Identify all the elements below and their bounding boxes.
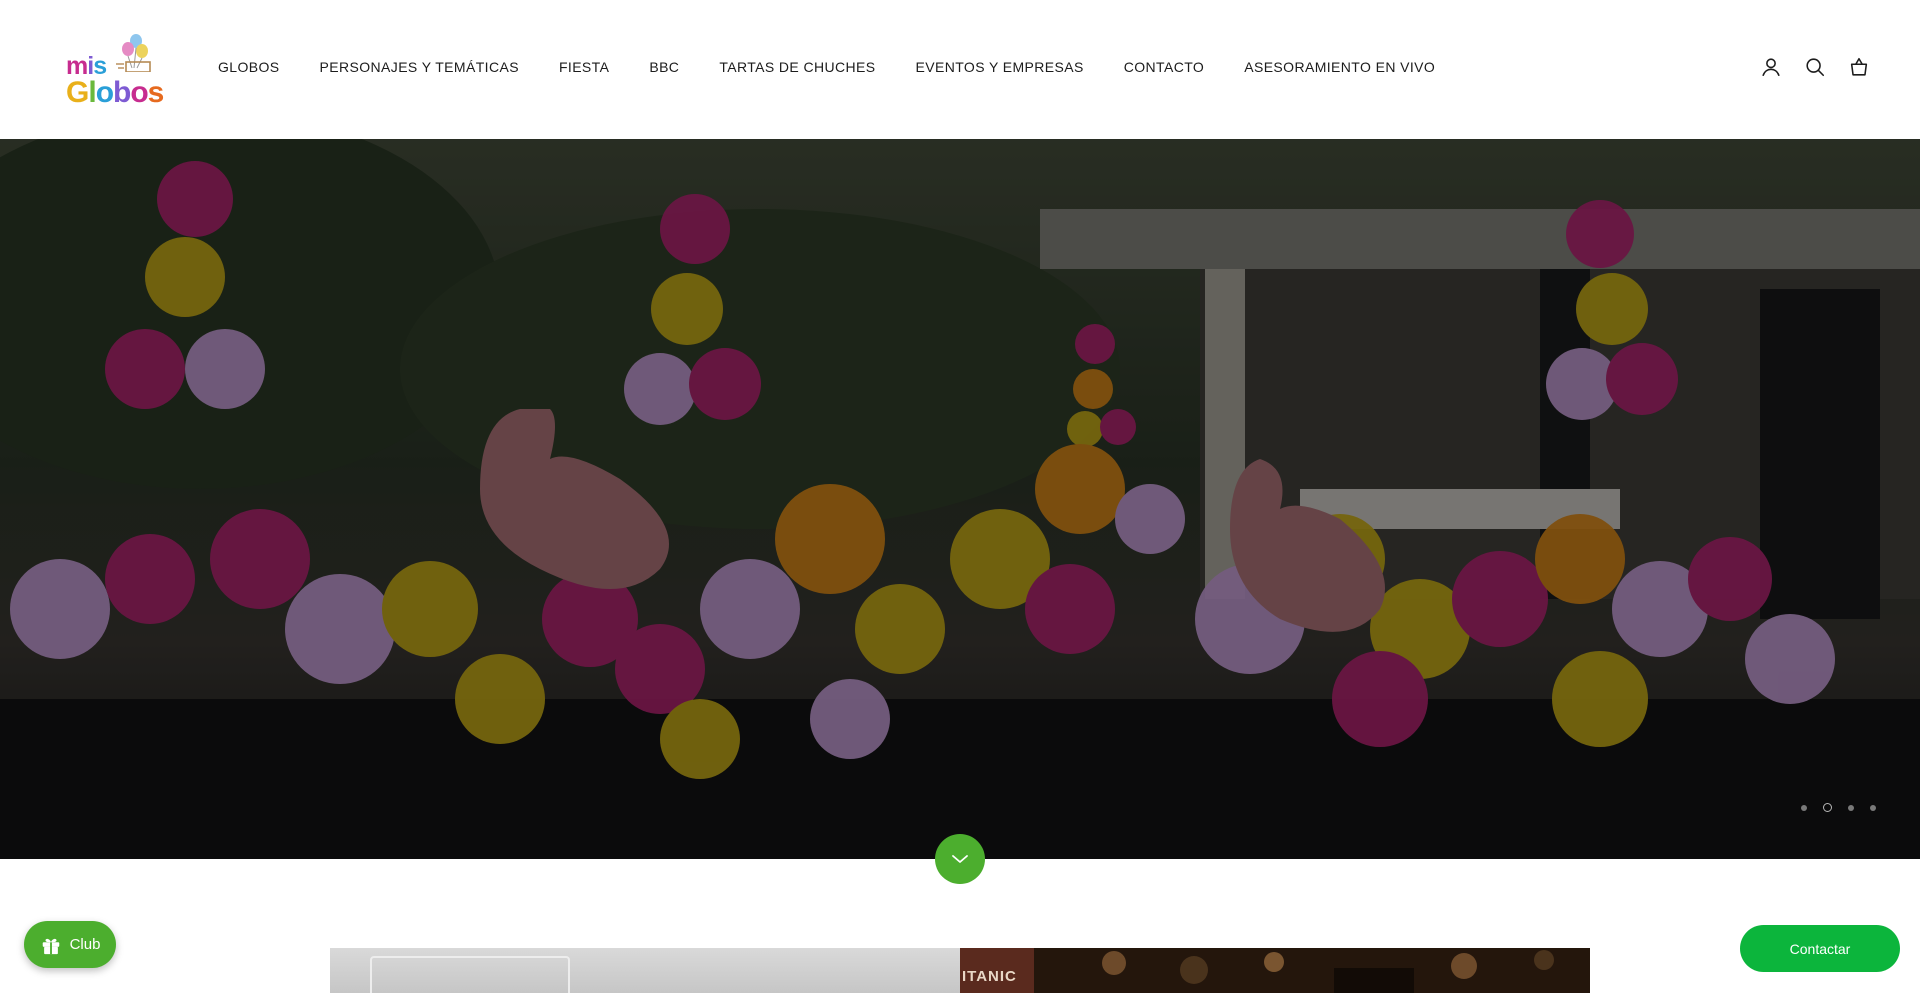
contact-label: Contactar: [1789, 940, 1851, 957]
scroll-down-button[interactable]: [935, 834, 985, 884]
nav-item-eventos[interactable]: EVENTOS Y EMPRESAS: [915, 59, 1083, 75]
nav-item-bbc[interactable]: BBC: [649, 59, 679, 75]
account-icon[interactable]: [1760, 56, 1782, 78]
nav-item-tartas[interactable]: TARTAS DE CHUCHES: [719, 59, 875, 75]
slide-dot-3[interactable]: [1848, 804, 1854, 811]
nav-item-contacto[interactable]: CONTACTO: [1124, 59, 1204, 75]
hero-overlay: [0, 139, 1920, 859]
slide-dot-2[interactable]: [1823, 803, 1832, 812]
gift-icon: [42, 938, 59, 954]
brand-logo[interactable]: mis Globos: [64, 32, 164, 109]
slide-pagination: [1801, 803, 1876, 812]
hero-slideshow[interactable]: [0, 139, 1920, 859]
cart-icon[interactable]: [1848, 56, 1870, 78]
card-image-left: [370, 956, 570, 993]
logo-text-globos: Globos: [66, 76, 164, 109]
header-actions: [1760, 56, 1870, 78]
site-header: mis Globos GLOBOS PERSONAJES Y TEMÁTICAS…: [0, 0, 1920, 139]
chevron-down-icon: [952, 855, 968, 863]
card-image-right: ITANIC: [960, 948, 1034, 993]
nav-item-personajes[interactable]: PERSONAJES Y TEMÁTICAS: [320, 59, 519, 75]
slide-dot-1[interactable]: [1801, 804, 1807, 811]
balloon-box-icon: [116, 34, 151, 72]
nav-item-asesoramiento[interactable]: ASESORAMIENTO EN VIVO: [1244, 59, 1435, 75]
club-rewards-button[interactable]: Club: [24, 921, 116, 968]
card-image-right-bg: [1034, 948, 1590, 993]
contact-button[interactable]: Contactar: [1740, 925, 1900, 972]
collection-card-right[interactable]: ITANIC: [960, 948, 1590, 993]
nav-item-globos[interactable]: GLOBOS: [218, 59, 280, 75]
nav-item-fiesta[interactable]: FIESTA: [559, 59, 609, 75]
main-nav: GLOBOS PERSONAJES Y TEMÁTICAS FIESTA BBC…: [218, 59, 1475, 75]
slide-dot-4[interactable]: [1870, 804, 1876, 811]
collection-card-left[interactable]: [330, 948, 960, 993]
club-label: Club: [69, 936, 101, 953]
search-icon[interactable]: [1804, 56, 1826, 78]
